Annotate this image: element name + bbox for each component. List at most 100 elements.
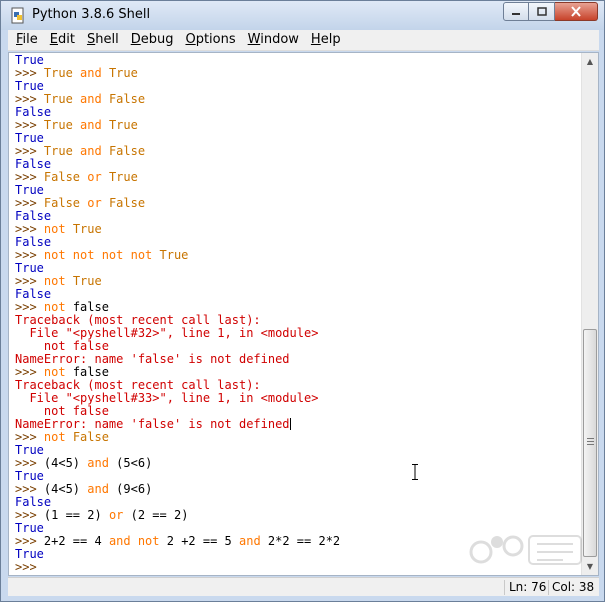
error-text: not false [15, 339, 109, 353]
shell-prompt: >>> [15, 196, 44, 210]
input-text: (1 == 2) [43, 508, 109, 522]
menu-label-rest: elp [320, 32, 341, 47]
menu-label-rest: indow [260, 32, 299, 47]
shell-prompt: >>> [15, 248, 44, 262]
python-idle-icon [11, 7, 24, 24]
status-column-number: Col: 38 [552, 580, 595, 594]
baidu-jingyan-watermark-icon [469, 535, 582, 565]
shell-line: >>> not not not not True [15, 249, 580, 262]
status-divider [504, 580, 505, 595]
input-text: 2 +2 == 5 [159, 534, 239, 548]
input-text: not [43, 300, 66, 314]
shell-line: >>> False or False [15, 197, 580, 210]
input-text: True [152, 248, 189, 262]
idle-shell-window: Python 3.8.6 Shell File Edit Shell Debug Opt… [0, 0, 605, 602]
input-text: (9<6) [108, 482, 153, 496]
input-text: False [43, 196, 88, 210]
input-text: 2*2 == 2*2 [260, 534, 341, 548]
menu-file[interactable]: File [10, 30, 44, 50]
maximize-button[interactable] [529, 2, 555, 21]
menu-bar: File Edit Shell Debug Options Window Help [8, 30, 599, 51]
output-text: True [15, 443, 44, 457]
close-button[interactable] [555, 2, 598, 21]
input-text: True [101, 118, 138, 132]
input-text: True [65, 222, 102, 236]
menu-help[interactable]: Help [305, 30, 347, 50]
menu-options[interactable]: Options [179, 30, 241, 50]
error-text: File "<pyshell#33>", line 1, in <module> [15, 391, 319, 405]
output-text: False [15, 209, 52, 223]
input-text: False [101, 144, 146, 158]
input-text: and [239, 534, 261, 548]
shell-line: >>> (4<5) and (9<6) [15, 483, 580, 496]
scroll-up-arrow-icon[interactable]: ▲ [582, 53, 598, 70]
menu-window[interactable]: Window [242, 30, 305, 50]
input-text: (2 == 2) [123, 508, 189, 522]
input-text: and [80, 92, 102, 106]
input-text: 2+2 == 4 [43, 534, 109, 548]
input-text: not [43, 430, 66, 444]
status-line-number: Ln: 76 [509, 580, 547, 594]
menu-debug[interactable]: Debug [125, 30, 180, 50]
input-text: True [43, 118, 81, 132]
input-text: False [101, 92, 146, 106]
minimize-button[interactable] [503, 2, 529, 21]
input-text: False [65, 430, 109, 444]
menu-label-rest: hell [95, 32, 119, 47]
output-text: True [15, 547, 44, 561]
output-text: True [15, 469, 44, 483]
menu-label-rest: ptions [195, 32, 236, 47]
output-text: True [15, 131, 44, 145]
shell-prompt: >>> [15, 482, 44, 496]
maximize-icon [536, 6, 547, 16]
input-text: False [43, 170, 88, 184]
error-text: Traceback (most recent call last): [15, 313, 261, 327]
menu-mnemonic: D [130, 32, 141, 47]
input-text: (4<5) [43, 456, 88, 470]
status-divider [548, 580, 549, 595]
shell-prompt: >>> [15, 365, 44, 379]
shell-line: >>> True and False [15, 93, 580, 106]
input-text: True [43, 92, 81, 106]
menu-mnemonic: O [185, 32, 196, 47]
shell-text[interactable]: True >>> True and True True >>> True and Fa… [15, 54, 580, 575]
error-text: Traceback (most recent call last): [15, 378, 261, 392]
shell-prompt: >>> [15, 534, 44, 548]
window-title: Python 3.8.6 Shell [32, 7, 151, 22]
text-cursor-ibeam-icon [412, 464, 418, 480]
input-text: (4<5) [43, 482, 88, 496]
shell-line: >>> False or True [15, 171, 580, 184]
input-text: True [43, 144, 81, 158]
input-text: True [65, 274, 102, 288]
close-icon [571, 6, 581, 17]
shell-prompt: >>> [15, 430, 44, 444]
shell-prompt: >>> [15, 560, 44, 574]
input-text: not [43, 274, 66, 288]
shell-prompt: >>> [15, 508, 44, 522]
error-text: File "<pyshell#32>", line 1, in <module> [15, 326, 319, 340]
shell-prompt: >>> [15, 144, 44, 158]
menu-edit[interactable]: Edit [44, 30, 81, 50]
input-text: and not [108, 534, 160, 548]
shell-line: >>> True and True [15, 67, 580, 80]
output-text: False [15, 495, 52, 509]
output-text: True [15, 521, 44, 535]
menu-shell[interactable]: Shell [81, 30, 125, 50]
vertical-scrollbar[interactable]: ▲ ▼ [581, 53, 598, 575]
input-text: and [80, 144, 102, 158]
input-text: True [101, 66, 138, 80]
input-text: False [101, 196, 146, 210]
input-text: (5<6) [108, 456, 153, 470]
input-text: True [101, 170, 138, 184]
shell-line: >>> not True [15, 223, 580, 236]
shell-output-area[interactable]: True >>> True and True True >>> True and Fa… [8, 52, 599, 576]
shell-prompt: >>> [15, 92, 44, 106]
input-text: and [87, 482, 109, 496]
grip-icon [587, 438, 594, 445]
shell-prompt: >>> [15, 66, 44, 80]
title-bar[interactable]: Python 3.8.6 Shell [1, 1, 604, 30]
menu-label-rest: dit [58, 32, 75, 47]
output-text: False [15, 287, 52, 301]
menu-mnemonic: W [247, 32, 261, 47]
error-text: NameError: name 'false' is not defined [15, 352, 290, 366]
